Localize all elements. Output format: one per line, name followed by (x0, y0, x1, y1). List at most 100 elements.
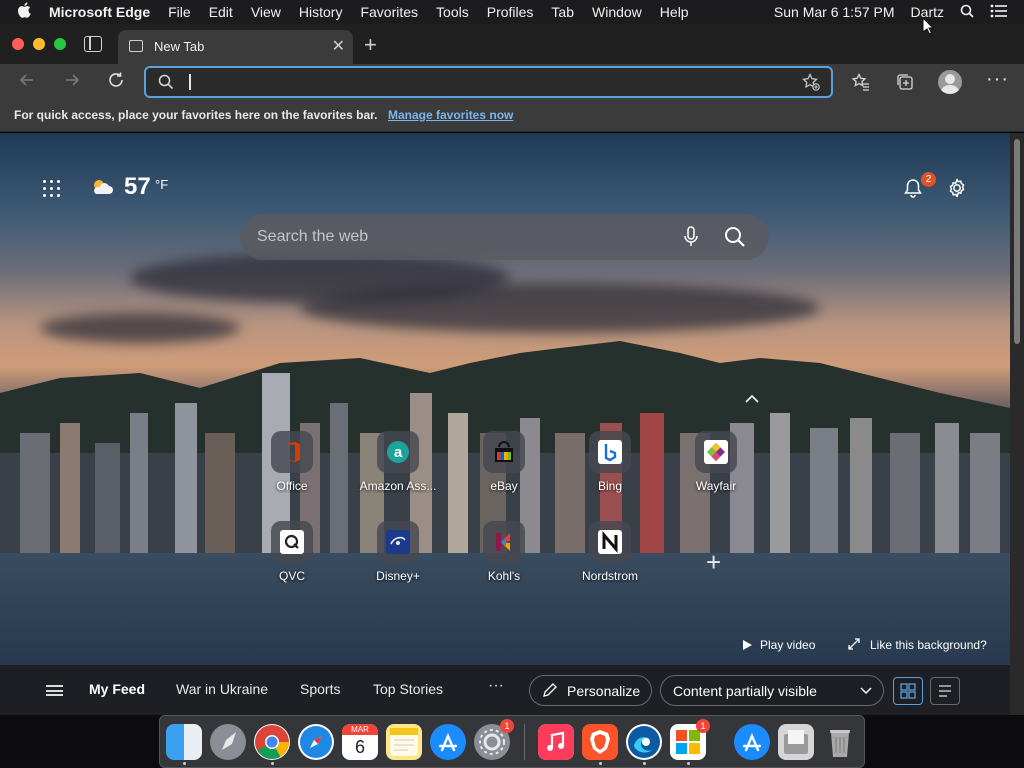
office-badge: 1 (696, 719, 710, 733)
trash-icon[interactable] (822, 724, 858, 760)
menubar-clock[interactable]: Sun Mar 6 1:57 PM (774, 4, 895, 20)
feed-tab-sports[interactable]: Sports (300, 681, 340, 697)
fullscreen-window-button[interactable] (54, 38, 66, 50)
page-settings-gear-icon[interactable] (946, 177, 968, 204)
menu-tools[interactable]: Tools (436, 4, 469, 20)
app-launcher-icon[interactable] (43, 180, 61, 198)
menu-help[interactable]: Help (660, 4, 689, 20)
svg-text:a: a (394, 444, 403, 461)
personalize-button[interactable]: Personalize (529, 675, 652, 706)
menu-history[interactable]: History (299, 4, 343, 20)
running-indicator (687, 762, 690, 765)
wayfair-icon (695, 431, 737, 473)
apple-menu-icon[interactable] (17, 2, 39, 22)
partly-cloudy-icon[interactable] (90, 177, 114, 202)
add-favorite-icon[interactable] (801, 72, 821, 97)
calendar-icon[interactable]: MAR 6 (342, 724, 378, 760)
spotlight-icon[interactable] (960, 4, 974, 21)
quick-link-label: Nordstrom (581, 569, 638, 583)
downloads-folder-icon[interactable] (778, 724, 814, 760)
settings-more-icon[interactable]: ··· (986, 68, 1009, 91)
menu-edit[interactable]: Edit (209, 4, 233, 20)
running-indicator (643, 762, 646, 765)
collections-icon[interactable] (895, 72, 915, 97)
quick-link-qvc[interactable]: QVC (237, 521, 347, 601)
address-search-icon (158, 74, 174, 95)
tab-actions-icon[interactable] (84, 36, 102, 52)
launchpad-icon[interactable] (210, 724, 246, 760)
brave-icon[interactable] (582, 724, 618, 760)
menu-favorites[interactable]: Favorites (360, 4, 418, 20)
menu-tab[interactable]: Tab (551, 4, 574, 20)
menu-window[interactable]: Window (592, 4, 642, 20)
quick-link-wayfair[interactable]: Wayfair (661, 431, 771, 511)
profile-avatar[interactable] (938, 70, 962, 94)
like-background-label: Like this background? (870, 638, 987, 652)
safari-icon[interactable] (298, 724, 334, 760)
menu-profiles[interactable]: Profiles (487, 4, 534, 20)
menu-file[interactable]: File (168, 4, 191, 20)
favorites-icon[interactable] (851, 72, 871, 97)
mouse-cursor-icon (922, 17, 934, 35)
page-scrollbar[interactable] (1010, 133, 1024, 715)
finder-icon[interactable] (166, 724, 202, 760)
feed-tab-top-stories[interactable]: Top Stories (373, 681, 443, 697)
menu-view[interactable]: View (251, 4, 281, 20)
app-store-icon[interactable] (430, 724, 466, 760)
feed-tab-my-feed[interactable]: My Feed (89, 681, 145, 697)
app-store-download-icon[interactable] (734, 724, 770, 760)
chrome-icon[interactable] (254, 724, 290, 760)
tab-new-tab[interactable]: New Tab ✕ (118, 30, 353, 64)
quick-link-ebay[interactable]: eBay (449, 431, 559, 511)
microphone-icon[interactable] (682, 225, 700, 254)
menu-app-name[interactable]: Microsoft Edge (49, 4, 150, 20)
control-center-icon[interactable] (990, 4, 1008, 21)
scrollbar-thumb[interactable] (1014, 139, 1020, 344)
quick-link-amazon-assistant[interactable]: a Amazon Ass... (343, 431, 453, 511)
forward-button[interactable] (62, 70, 82, 95)
menubar-status: Sun Mar 6 1:57 PM Dartz (774, 0, 1024, 24)
quick-link-label: Office (276, 479, 308, 493)
add-quick-link-button[interactable]: + (706, 547, 721, 578)
quick-link-office[interactable]: Office (237, 431, 347, 511)
edge-icon[interactable] (626, 724, 662, 760)
qvc-icon (271, 521, 313, 563)
personalize-label: Personalize (567, 683, 641, 699)
new-tab-button[interactable]: + (364, 32, 377, 58)
favorites-bar-message: For quick access, place your favorites h… (14, 108, 378, 122)
feed-menu-icon[interactable] (46, 685, 63, 696)
quick-link-nordstrom[interactable]: Nordstrom (555, 521, 665, 601)
grid-layout-button[interactable] (893, 677, 923, 705)
feed-tab-war-in-ukraine[interactable]: War in Ukraine (176, 681, 268, 697)
background-cloud (300, 283, 820, 333)
like-background-button[interactable]: Like this background? (848, 638, 987, 652)
grid-layout-icon (900, 683, 916, 699)
quick-link-disney-plus[interactable]: Disney+ (343, 521, 453, 601)
web-search-icon[interactable] (723, 225, 747, 254)
close-window-button[interactable] (12, 38, 24, 50)
bing-icon (589, 431, 631, 473)
web-search-placeholder: Search the web (257, 228, 369, 245)
settings-badge: 1 (500, 719, 514, 733)
manage-favorites-link[interactable]: Manage favorites now (388, 108, 513, 122)
content-visibility-dropdown[interactable]: Content partially visible (660, 675, 884, 706)
back-button[interactable] (17, 70, 37, 95)
dock-separator (524, 724, 525, 760)
running-indicator (183, 762, 186, 765)
quick-link-bing[interactable]: Bing (555, 431, 665, 511)
feed-more-icon[interactable]: ··· (488, 677, 504, 695)
refresh-button[interactable] (106, 70, 126, 95)
running-indicator (599, 762, 602, 765)
quick-link-kohls[interactable]: Kohl's (449, 521, 559, 601)
minimize-window-button[interactable] (33, 38, 45, 50)
collapse-quick-links-icon[interactable] (744, 391, 760, 407)
close-tab-icon[interactable]: ✕ (332, 36, 345, 56)
address-bar[interactable] (144, 66, 833, 98)
weather-temperature[interactable]: 57 (124, 173, 151, 201)
web-search-box[interactable]: Search the web (240, 214, 769, 260)
play-video-button[interactable]: Play video (742, 638, 815, 652)
list-layout-button[interactable] (930, 677, 960, 705)
quick-link-label: eBay (490, 479, 518, 493)
notes-icon[interactable] (386, 724, 422, 760)
music-icon[interactable] (538, 724, 574, 760)
